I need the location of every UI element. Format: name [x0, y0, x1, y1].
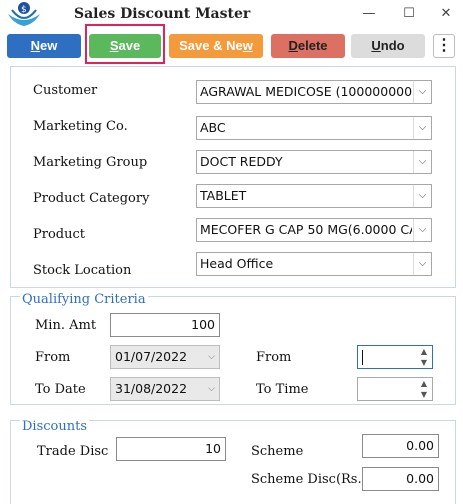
new-button[interactable]: New — [7, 34, 81, 58]
from-time-label: From — [256, 350, 292, 365]
marketing-group-select[interactable]: DOCT REDDY ⌵ — [196, 150, 432, 174]
save-and-new-label: Save & Ne — [179, 38, 243, 53]
to-time-label: To Time — [256, 382, 309, 397]
window-title: Sales Discount Master — [74, 6, 251, 22]
chevron-down-icon[interactable]: ⌵ — [413, 117, 431, 139]
to-date-value: 31/08/2022 — [115, 381, 188, 396]
trade-disc-input[interactable]: 10 — [116, 437, 226, 461]
spin-arrows-icon[interactable]: ▲ ▼ — [418, 346, 430, 368]
close-button[interactable]: ✕ — [434, 4, 458, 24]
save-highlight-box — [85, 24, 165, 64]
discounts-legend: Discounts — [20, 419, 89, 434]
title-bar: $ Sales Discount Master — ☐ ✕ — [0, 0, 463, 28]
to-time-input[interactable]: ▲ ▼ — [357, 377, 433, 401]
from-date-picker[interactable]: 01/07/2022 ⌵ — [110, 345, 220, 369]
text-caret — [362, 350, 363, 365]
chevron-down-icon[interactable]: ⌵ — [413, 185, 431, 207]
new-button-accel: N — [30, 38, 41, 53]
from-date-label: From — [35, 350, 71, 365]
spin-up-icon[interactable]: ▲ — [421, 347, 427, 356]
more-options-icon[interactable]: ⋮ — [433, 34, 455, 58]
scheme-disc-input[interactable]: 0.00 — [362, 467, 439, 491]
product-label: Product — [33, 227, 85, 242]
chevron-down-icon[interactable]: ⌵ — [413, 219, 431, 241]
min-amt-label: Min. Amt — [35, 318, 97, 333]
delete-button-label: elete — [297, 38, 328, 53]
undo-button[interactable]: Undo — [351, 34, 425, 58]
delete-button-accel: D — [288, 38, 298, 53]
chevron-down-icon[interactable]: ⌵ — [413, 81, 431, 103]
qualifying-criteria-legend: Qualifying Criteria — [20, 292, 148, 307]
marketing-group-value: DOCT REDDY — [200, 154, 283, 169]
toolbar: New Save Save & New Delete Undo ⋮ — [0, 30, 463, 62]
from-time-input[interactable]: ▲ ▼ — [357, 345, 433, 369]
marketing-co-label: Marketing Co. — [33, 119, 128, 134]
scheme-label: Scheme — [251, 444, 304, 459]
minimize-button[interactable]: — — [357, 4, 381, 24]
stock-location-value: Head Office — [200, 256, 274, 271]
customer-label: Customer — [33, 83, 98, 98]
min-amt-input[interactable]: 100 — [110, 313, 220, 337]
trade-disc-label: Trade Disc — [37, 444, 109, 459]
maximize-button[interactable]: ☐ — [397, 4, 421, 24]
marketing-co-select[interactable]: ABC ⌵ — [196, 116, 432, 140]
chevron-down-icon[interactable]: ⌵ — [208, 378, 215, 400]
product-category-label: Product Category — [33, 191, 150, 206]
new-button-label: ew — [40, 38, 58, 53]
product-value: MECOFER G CAP 50 MG(6.0000 CAP — [200, 222, 412, 237]
save-and-new-button[interactable]: Save & New — [169, 34, 263, 58]
spin-up-icon[interactable]: ▲ — [421, 379, 427, 388]
customer-value: AGRAWAL MEDICOSE (1000000000 — [200, 84, 412, 99]
app-logo-icon: $ — [8, 2, 40, 26]
product-select[interactable]: MECOFER G CAP 50 MG(6.0000 CAP ⌵ — [196, 218, 432, 242]
stock-location-select[interactable]: Head Office ⌵ — [196, 252, 432, 276]
chevron-down-icon[interactable]: ⌵ — [413, 151, 431, 173]
marketing-co-value: ABC — [200, 120, 226, 135]
spin-down-icon[interactable]: ▼ — [421, 390, 427, 399]
undo-button-label: ndo — [380, 38, 405, 53]
spin-down-icon[interactable]: ▼ — [421, 358, 427, 367]
delete-button[interactable]: Delete — [271, 34, 345, 58]
undo-button-accel: U — [371, 38, 381, 53]
stock-location-label: Stock Location — [33, 263, 132, 278]
to-date-label: To Date — [35, 382, 86, 397]
save-and-new-accel: w — [242, 38, 253, 53]
spin-arrows-icon[interactable]: ▲ ▼ — [418, 378, 430, 400]
chevron-down-icon[interactable]: ⌵ — [208, 346, 215, 368]
scheme-disc-label: Scheme Disc(Rs.) — [251, 472, 367, 487]
to-date-picker[interactable]: 31/08/2022 ⌵ — [110, 377, 220, 401]
product-category-select[interactable]: TABLET ⌵ — [196, 184, 432, 208]
marketing-group-label: Marketing Group — [33, 155, 148, 170]
customer-select[interactable]: AGRAWAL MEDICOSE (1000000000 ⌵ — [196, 80, 432, 104]
scheme-input[interactable]: 0.00 — [362, 434, 439, 458]
product-category-value: TABLET — [200, 188, 247, 203]
svg-text:$: $ — [21, 5, 27, 15]
from-date-value: 01/07/2022 — [115, 349, 188, 364]
chevron-down-icon[interactable]: ⌵ — [413, 253, 431, 275]
